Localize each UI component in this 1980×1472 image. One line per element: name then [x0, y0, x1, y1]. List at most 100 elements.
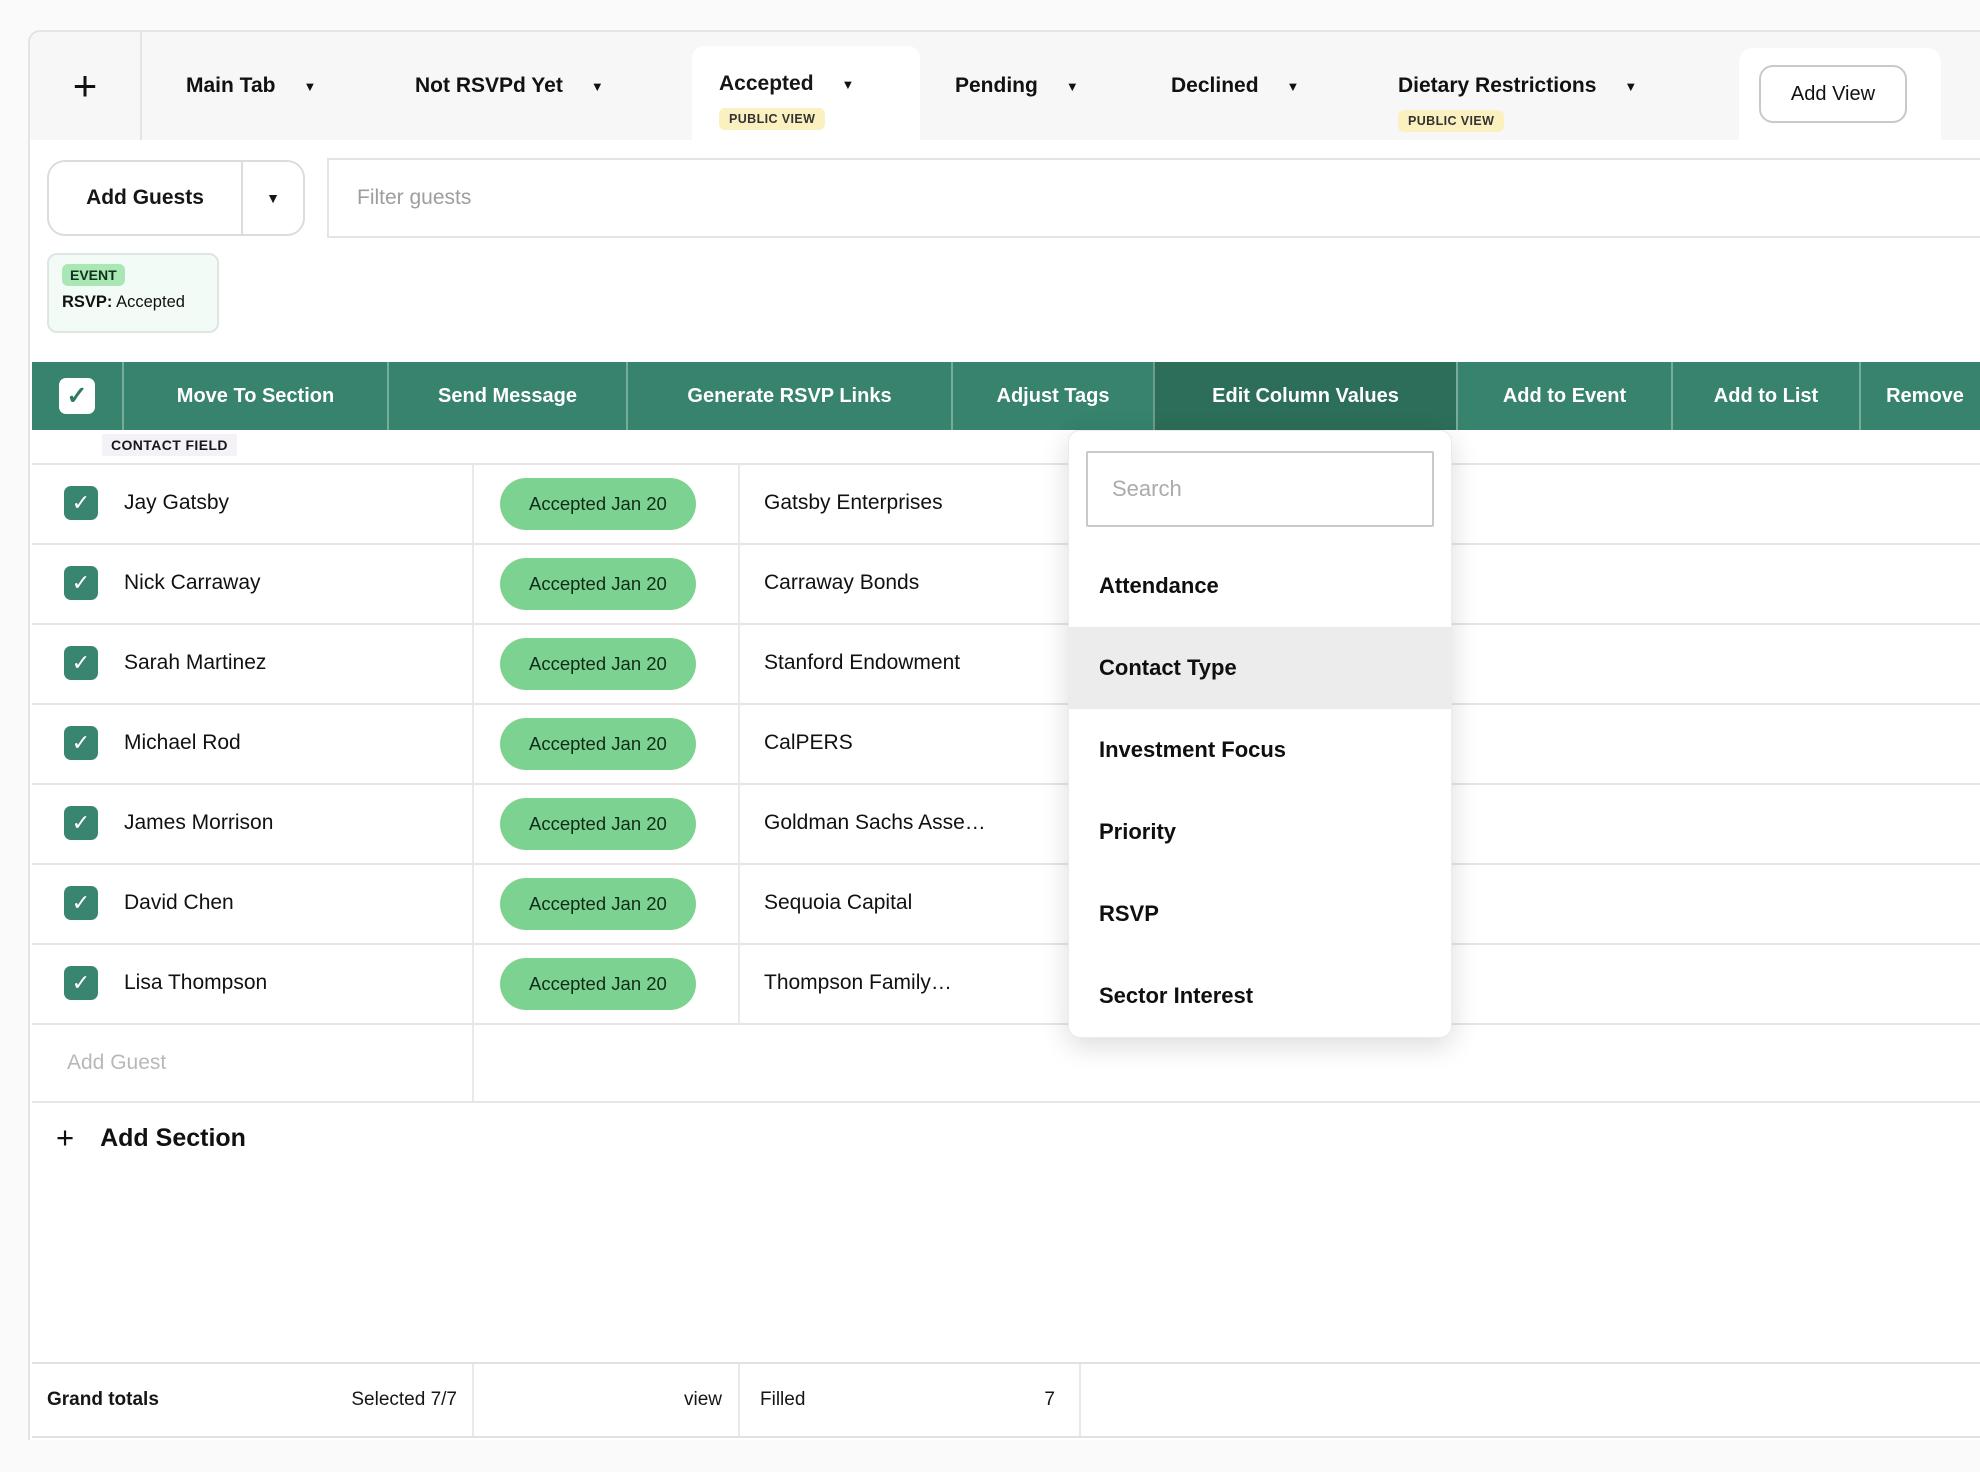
company-cell[interactable]: Gatsby Enterprises	[764, 465, 943, 541]
guest-name-cell[interactable]: Sarah Martinez	[124, 625, 266, 701]
move-to-section-button[interactable]: Move To Section	[122, 362, 387, 430]
column-divider	[472, 1364, 474, 1436]
column-options-list: Attendance Contact Type Investment Focus…	[1069, 545, 1451, 1037]
check-icon: ✓	[72, 810, 90, 836]
select-all-cell: ✓	[32, 362, 122, 430]
column-divider	[738, 785, 740, 863]
chevron-down-icon: ▼	[266, 190, 280, 206]
add-guests-split-button[interactable]: Add Guests ▼	[47, 160, 305, 236]
generate-rsvp-links-button[interactable]: Generate RSVP Links	[626, 362, 951, 430]
add-guest-row[interactable]: Add Guest	[32, 1023, 1980, 1103]
guest-name-cell[interactable]: David Chen	[124, 865, 234, 941]
add-view-button[interactable]: Add View	[1759, 65, 1907, 123]
rsvp-status-badge[interactable]: Accepted Jan 20	[500, 958, 696, 1010]
menu-item-contact-type[interactable]: Contact Type	[1069, 627, 1451, 709]
rsvp-column-summary[interactable]: view	[482, 1364, 722, 1436]
company-cell[interactable]: Carraway Bonds	[764, 545, 919, 621]
column-divider	[472, 545, 474, 623]
company-cell[interactable]: Goldman Sachs Asse…	[764, 785, 986, 861]
send-message-button[interactable]: Send Message	[387, 362, 626, 430]
row-checkbox[interactable]: ✓	[64, 726, 98, 760]
select-all-checkbox[interactable]: ✓	[59, 378, 95, 414]
add-guests-dropdown-toggle[interactable]: ▼	[243, 162, 303, 234]
tab-pending[interactable]: Pending ▼	[955, 32, 1079, 140]
adjust-tags-button[interactable]: Adjust Tags	[951, 362, 1153, 430]
tab-accepted-active[interactable]: Accepted ▼ PUBLIC VIEW	[692, 46, 920, 142]
menu-item-priority[interactable]: Priority	[1069, 791, 1451, 873]
rsvp-status-badge[interactable]: Accepted Jan 20	[500, 718, 696, 770]
company-cell[interactable]: Sequoia Capital	[764, 865, 912, 941]
guest-list-app: + Main Tab ▼ Not RSVPd Yet ▼ Accepted ▼ …	[0, 0, 1980, 1472]
add-section-label: Add Section	[100, 1124, 246, 1153]
public-view-badge: PUBLIC VIEW	[1398, 110, 1504, 132]
check-icon: ✓	[72, 570, 90, 596]
guest-name-cell[interactable]: Lisa Thompson	[124, 945, 267, 1021]
tab-label: Declined	[1171, 74, 1259, 98]
check-icon: ✓	[72, 490, 90, 516]
rsvp-status-badge[interactable]: Accepted Jan 20	[500, 638, 696, 690]
company-cell[interactable]: Stanford Endowment	[764, 625, 960, 701]
rsvp-status-badge[interactable]: Accepted Jan 20	[500, 558, 696, 610]
public-view-badge: PUBLIC VIEW	[719, 108, 825, 130]
company-cell[interactable]: CalPERS	[764, 705, 853, 781]
rsvp-filter-chip[interactable]: EVENT RSVP: Accepted	[47, 253, 219, 333]
guest-list-panel: Add Guests ▼ EVENT RSVP: Accepted ✓ Move…	[28, 140, 1980, 1440]
row-checkbox[interactable]: ✓	[64, 566, 98, 600]
check-icon: ✓	[67, 381, 88, 411]
menu-item-sector-interest[interactable]: Sector Interest	[1069, 955, 1451, 1037]
tab-label: Dietary Restrictions	[1398, 74, 1596, 98]
column-divider	[472, 625, 474, 703]
guest-name-cell[interactable]: Nick Carraway	[124, 545, 261, 621]
check-icon: ✓	[72, 650, 90, 676]
column-divider	[1079, 1364, 1081, 1436]
tab-not-rsvpd-yet[interactable]: Not RSVPd Yet ▼	[415, 32, 604, 140]
filter-guests-input[interactable]	[327, 158, 1980, 238]
add-tab-button[interactable]: +	[30, 32, 142, 140]
column-divider	[472, 785, 474, 863]
column-search-input[interactable]	[1086, 451, 1434, 527]
column-divider	[738, 945, 740, 1023]
company-cell[interactable]: Thompson Family…	[764, 945, 952, 1021]
row-checkbox[interactable]: ✓	[64, 486, 98, 520]
guest-name-cell[interactable]: Jay Gatsby	[124, 465, 229, 541]
row-checkbox[interactable]: ✓	[64, 806, 98, 840]
column-divider	[472, 705, 474, 783]
view-tab-strip: + Main Tab ▼ Not RSVPd Yet ▼ Accepted ▼ …	[28, 30, 1980, 140]
selected-count: Selected 7/7	[32, 1364, 457, 1436]
menu-item-attendance[interactable]: Attendance	[1069, 545, 1451, 627]
row-checkbox[interactable]: ✓	[64, 886, 98, 920]
column-select-dropdown: Attendance Contact Type Investment Focus…	[1068, 430, 1452, 1038]
add-guests-button[interactable]: Add Guests	[49, 162, 243, 234]
row-checkbox[interactable]: ✓	[64, 966, 98, 1000]
column-divider	[472, 865, 474, 943]
tab-label: Accepted	[719, 72, 814, 96]
edit-column-values-button[interactable]: Edit Column Values	[1153, 362, 1456, 430]
bulk-action-toolbar: ✓ Move To Section Send Message Generate …	[32, 362, 1980, 430]
tab-label: Not RSVPd Yet	[415, 74, 563, 98]
menu-item-rsvp[interactable]: RSVP	[1069, 873, 1451, 955]
tab-main-tab[interactable]: Main Tab ▼	[186, 32, 316, 140]
tab-dietary-restrictions[interactable]: Dietary Restrictions ▼ PUBLIC VIEW	[1398, 32, 1637, 140]
rsvp-status-badge[interactable]: Accepted Jan 20	[500, 798, 696, 850]
add-to-event-button[interactable]: Add to Event	[1456, 362, 1671, 430]
rsvp-status-badge[interactable]: Accepted Jan 20	[500, 478, 696, 530]
column-divider	[472, 465, 474, 543]
remove-button[interactable]: Remove	[1859, 362, 1980, 430]
guest-name-cell[interactable]: James Morrison	[124, 785, 273, 861]
add-to-list-button[interactable]: Add to List	[1671, 362, 1859, 430]
tab-declined[interactable]: Declined ▼	[1171, 32, 1299, 140]
event-tag: EVENT	[62, 264, 125, 286]
add-guest-placeholder[interactable]: Add Guest	[67, 1025, 166, 1101]
table-row: ✓ Lisa Thompson Accepted Jan 20 Thompson…	[32, 943, 1980, 1023]
check-icon: ✓	[72, 730, 90, 756]
contact-field-column-header: CONTACT FIELD	[102, 434, 237, 456]
column-divider	[738, 705, 740, 783]
add-section-button[interactable]: + Add Section	[56, 1120, 246, 1156]
add-view-container: Add View	[1739, 48, 1941, 140]
rsvp-status-badge[interactable]: Accepted Jan 20	[500, 878, 696, 930]
menu-item-investment-focus[interactable]: Investment Focus	[1069, 709, 1451, 791]
guest-name-cell[interactable]: Michael Rod	[124, 705, 241, 781]
check-icon: ✓	[72, 970, 90, 996]
table-row: ✓ Nick Carraway Accepted Jan 20 Carraway…	[32, 543, 1980, 623]
row-checkbox[interactable]: ✓	[64, 646, 98, 680]
